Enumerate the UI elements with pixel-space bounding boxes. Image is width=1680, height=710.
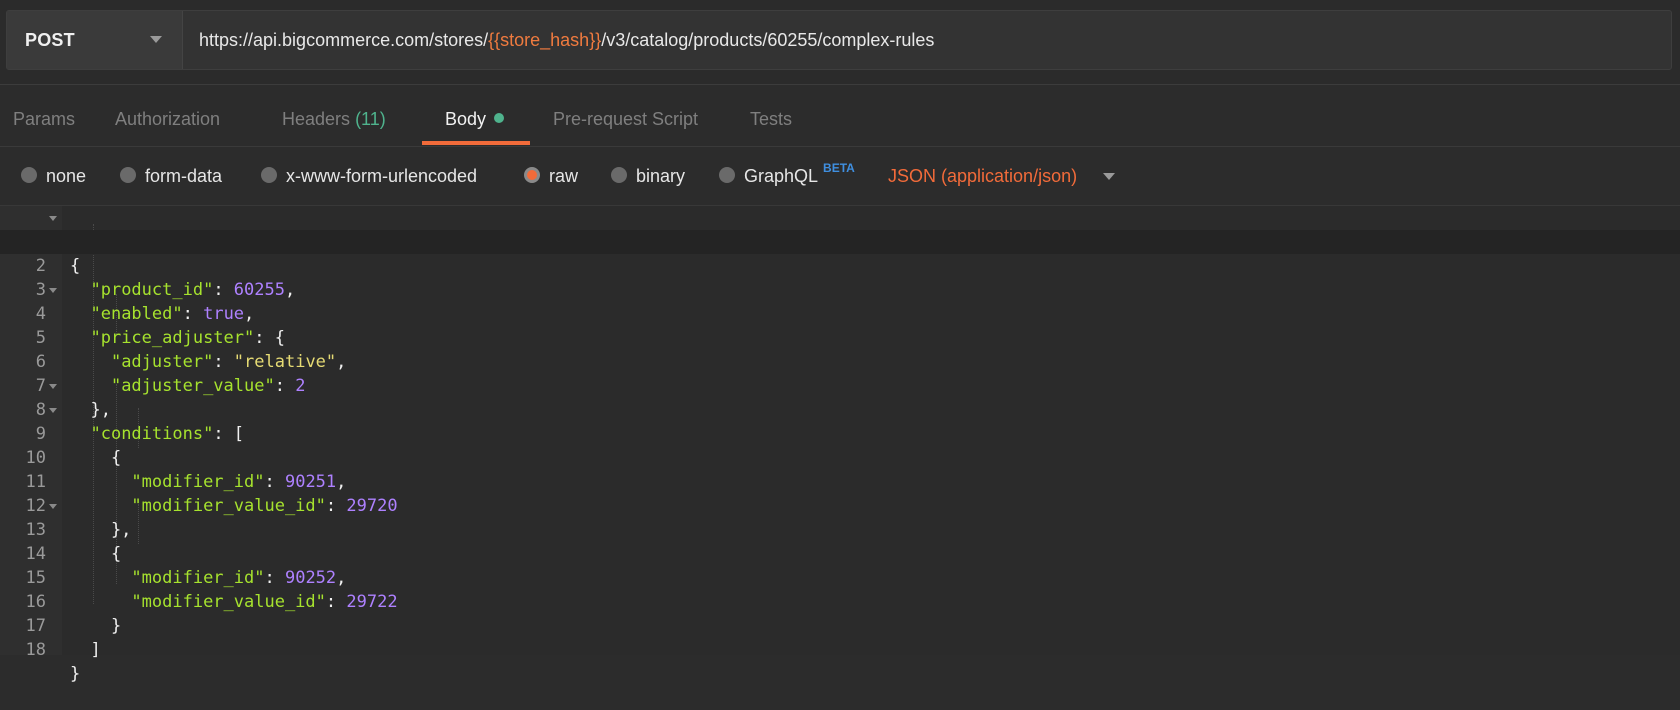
url-variable: {{store_hash}}: [488, 30, 602, 50]
beta-badge: BETA: [823, 161, 855, 175]
option-binary[interactable]: binary: [611, 147, 685, 205]
content-type-select[interactable]: JSON (application/json): [888, 147, 1077, 205]
body-indicator-dot: [494, 113, 505, 124]
option-graphql[interactable]: GraphQL BETA: [719, 147, 855, 205]
code-line: 7 },: [0, 350, 1680, 420]
code-line: 1 {: [0, 206, 1680, 276]
code-line: 9 {: [0, 398, 1680, 468]
code-line: 5 "adjuster": "relative",: [0, 302, 1680, 372]
body-type-options: none form-data x-www-form-urlencoded raw…: [0, 147, 1680, 206]
headers-count: (11): [355, 109, 386, 129]
tab-tests[interactable]: Tests: [750, 86, 792, 146]
tab-label: Params: [13, 109, 76, 129]
url-prefix: https://api.bigcommerce.com/stores/: [199, 30, 489, 50]
radio-icon[interactable]: [261, 167, 277, 184]
fold-caret-icon[interactable]: [49, 504, 57, 509]
tab-pre-request-script[interactable]: Pre-request Script: [553, 86, 698, 146]
tab-label: Tests: [750, 109, 793, 129]
code-line: 18 }: [0, 614, 1680, 684]
url-input[interactable]: https://api.bigcommerce.com/stores/{{sto…: [199, 11, 934, 69]
radio-icon[interactable]: [120, 167, 136, 184]
active-tab-underline: [422, 141, 530, 145]
option-label: form-data: [145, 166, 223, 186]
radio-icon[interactable]: [21, 167, 37, 184]
code-line: 11 "modifier_value_id": 29720: [0, 446, 1680, 516]
radio-icon[interactable]: [611, 167, 627, 184]
option-label: GraphQL: [744, 166, 819, 186]
option-raw[interactable]: raw: [524, 147, 578, 205]
method-label: POST: [25, 29, 75, 50]
tab-params[interactable]: Params: [13, 86, 75, 146]
fold-caret-icon[interactable]: [49, 216, 57, 221]
option-urlencoded[interactable]: x-www-form-urlencoded: [261, 147, 477, 205]
line-number: 18: [25, 640, 46, 660]
tab-label: Pre-request Script: [553, 109, 699, 129]
radio-icon[interactable]: [719, 167, 735, 184]
code-line: 15 "modifier_value_id": 29722: [0, 542, 1680, 612]
code-line: 8 "conditions": [: [0, 374, 1680, 444]
code-line: 13 {: [0, 494, 1680, 564]
code-line: 6 "adjuster_value": 2: [0, 326, 1680, 396]
fold-caret-icon[interactable]: [49, 408, 57, 413]
code-text: ]: [70, 640, 101, 660]
fold-caret-icon[interactable]: [49, 384, 57, 389]
request-tabs: Params Authorization Headers (11) Body P…: [0, 86, 1680, 147]
code-line: 16 }: [0, 566, 1680, 636]
method-select[interactable]: POST: [7, 11, 183, 69]
code-line: 10 "modifier_id": 90251,: [0, 422, 1680, 492]
option-form-data[interactable]: form-data: [120, 147, 222, 205]
tab-headers[interactable]: Headers (11): [282, 86, 386, 146]
code-line: 17 ]: [0, 590, 1680, 660]
option-label: none: [46, 166, 87, 186]
request-bar: POST https://api.bigcommerce.com/stores/…: [0, 0, 1680, 85]
fold-caret-icon[interactable]: [49, 288, 57, 293]
code-line: 12 },: [0, 470, 1680, 540]
radio-checked-icon[interactable]: [524, 167, 540, 184]
option-label: raw: [549, 166, 579, 186]
tab-label: Body: [445, 109, 487, 129]
code-text: }: [70, 664, 81, 684]
option-none[interactable]: none: [21, 147, 86, 205]
tab-label: Headers: [282, 109, 351, 129]
tab-authorization[interactable]: Authorization: [115, 86, 220, 146]
tab-label: Authorization: [115, 109, 221, 129]
option-label: binary: [636, 166, 686, 186]
option-label: x-www-form-urlencoded: [286, 166, 478, 186]
request-url-box: POST https://api.bigcommerce.com/stores/…: [6, 10, 1672, 70]
url-suffix: /v3/catalog/products/60255/complex-rules: [601, 30, 935, 50]
code-line: 14 "modifier_id": 90252,: [0, 518, 1680, 588]
tab-body[interactable]: Body: [445, 86, 505, 146]
chevron-down-icon[interactable]: [1103, 173, 1115, 180]
code-line: 2 "product_id": 60255,: [0, 230, 1680, 300]
code-line: 4 "price_adjuster": {: [0, 278, 1680, 348]
chevron-down-icon: [150, 36, 162, 43]
code-editor[interactable]: 1 { 2 "product_id": 60255, 3 "enabled": …: [0, 206, 1680, 684]
code-line: 3 "enabled": true,: [0, 254, 1680, 324]
